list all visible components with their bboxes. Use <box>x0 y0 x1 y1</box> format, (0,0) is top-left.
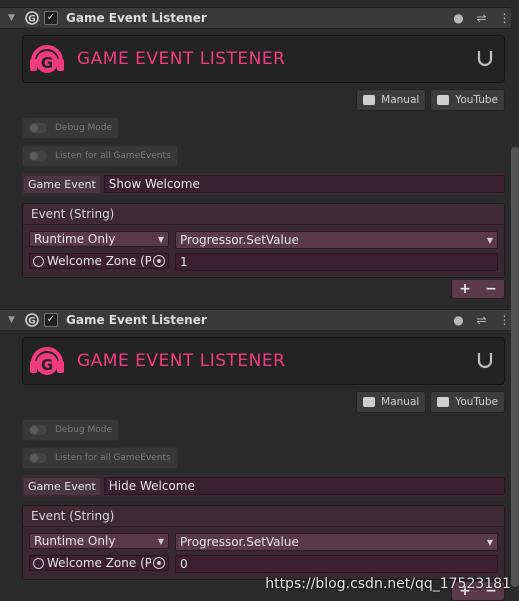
book-icon <box>363 397 376 407</box>
unity-event-box: Event (String) Runtime Only ▼ Progressor… <box>22 203 505 278</box>
listen-all-label: Listen for all GameEvents <box>55 151 171 161</box>
add-listener-button[interactable]: + <box>459 281 471 297</box>
scrollbar[interactable] <box>511 7 519 594</box>
component-title: Game Event Listener <box>66 11 207 25</box>
target-label: Welcome Zone (Progressor) <box>47 556 151 570</box>
youtube-icon <box>437 95 450 105</box>
debug-mode-toggle[interactable]: Debug Mode <box>22 117 119 139</box>
component-game-event-listener-2: ▼ G ✓ Game Event Listener ● ⇌ ⋮ G GAME E… <box>0 309 519 601</box>
method-label: Progressor.SetValue <box>180 233 299 247</box>
runtime-dropdown[interactable]: Runtime Only ▼ <box>29 231 169 247</box>
svg-text:G: G <box>28 317 35 327</box>
manual-button[interactable]: Manual <box>356 391 427 413</box>
debug-mode-label: Debug Mode <box>55 425 112 435</box>
manual-button[interactable]: Manual <box>356 89 427 111</box>
runtime-label: Runtime Only <box>34 232 116 246</box>
toggle-switch-icon <box>29 123 47 133</box>
toggle-switch-icon <box>29 425 47 435</box>
banner: G GAME EVENT LISTENER <box>22 35 505 83</box>
help-icon[interactable]: ● <box>452 11 465 25</box>
youtube-label: YouTube <box>455 94 498 106</box>
game-event-row: Game Event Show Welcome <box>22 173 505 195</box>
youtube-button[interactable]: YouTube <box>430 89 505 111</box>
progressor-icon <box>33 557 44 569</box>
toggle-switch-icon <box>29 453 47 463</box>
banner-title: GAME EVENT LISTENER <box>77 49 286 69</box>
foldout-arrow-icon[interactable]: ▼ <box>8 315 18 325</box>
component-header[interactable]: ▼ G ✓ Game Event Listener ● ⇌ ⋮ <box>0 7 519 29</box>
argument-value-field[interactable]: 0 <box>175 555 498 573</box>
doozy-u-icon <box>477 51 493 67</box>
debug-mode-label: Debug Mode <box>55 123 112 133</box>
game-event-label: Game Event <box>24 477 100 495</box>
method-dropdown[interactable]: Progressor.SetValue ▼ <box>175 533 498 551</box>
target-object-field[interactable]: Welcome Zone (Progressor) <box>29 555 169 571</box>
scrollbar-thumb[interactable] <box>511 147 519 587</box>
script-g-icon: G <box>25 11 39 25</box>
manual-label: Manual <box>381 396 420 408</box>
youtube-icon <box>437 397 450 407</box>
listen-all-toggle[interactable]: Listen for all GameEvents <box>22 145 178 167</box>
target-label: Welcome Zone (Progressor) <box>47 254 151 268</box>
listen-all-toggle[interactable]: Listen for all GameEvents <box>22 447 178 469</box>
book-icon <box>363 95 376 105</box>
game-event-field[interactable]: Hide Welcome <box>103 477 505 495</box>
unity-event-box: Event (String) Runtime Only ▼ Progressor… <box>22 505 505 580</box>
game-event-logo-icon: G <box>30 347 64 375</box>
enabled-checkbox[interactable]: ✓ <box>44 313 58 327</box>
runtime-dropdown[interactable]: Runtime Only ▼ <box>29 533 169 549</box>
svg-text:G: G <box>41 54 53 72</box>
watermark: https://blog.csdn.net/qq_17523181 <box>265 576 511 592</box>
svg-text:G: G <box>41 356 53 374</box>
more-menu-icon[interactable]: ⋮ <box>498 11 511 25</box>
dropdown-arrow-icon: ▼ <box>486 537 493 547</box>
game-event-label: Game Event <box>24 175 100 193</box>
game-event-row: Game Event Hide Welcome <box>22 475 505 497</box>
banner: G GAME EVENT LISTENER <box>22 337 505 385</box>
add-remove-listener-buttons: + − <box>451 280 505 299</box>
component-title: Game Event Listener <box>66 313 207 327</box>
more-menu-icon[interactable]: ⋮ <box>498 313 511 327</box>
svg-text:G: G <box>28 15 35 25</box>
manual-label: Manual <box>381 94 420 106</box>
toggle-switch-icon <box>29 151 47 161</box>
method-dropdown[interactable]: Progressor.SetValue ▼ <box>175 231 498 249</box>
game-event-field[interactable]: Show Welcome <box>103 175 505 193</box>
dropdown-arrow-icon: ▼ <box>486 235 493 245</box>
enabled-checkbox[interactable]: ✓ <box>44 11 58 25</box>
dropdown-arrow-icon: ▼ <box>157 536 164 546</box>
game-event-logo-icon: G <box>30 45 64 73</box>
foldout-arrow-icon[interactable]: ▼ <box>8 13 18 23</box>
banner-title: GAME EVENT LISTENER <box>77 351 286 371</box>
object-picker-icon[interactable] <box>153 255 165 267</box>
target-object-field[interactable]: Welcome Zone (Progressor) <box>29 253 169 269</box>
debug-mode-toggle[interactable]: Debug Mode <box>22 419 119 441</box>
listen-all-label: Listen for all GameEvents <box>55 453 171 463</box>
component-game-event-listener-1: ▼ G ✓ Game Event Listener ● ⇌ ⋮ G GAME E… <box>0 7 519 299</box>
help-icon[interactable]: ● <box>452 313 465 327</box>
event-type-label: Event (String) <box>23 506 504 527</box>
presets-icon[interactable]: ⇌ <box>475 313 488 327</box>
progressor-icon <box>33 255 44 267</box>
presets-icon[interactable]: ⇌ <box>475 11 488 25</box>
object-picker-icon[interactable] <box>153 557 165 569</box>
component-header[interactable]: ▼ G ✓ Game Event Listener ● ⇌ ⋮ <box>0 309 519 331</box>
script-g-icon: G <box>25 313 39 327</box>
method-label: Progressor.SetValue <box>180 535 299 549</box>
youtube-label: YouTube <box>455 396 498 408</box>
runtime-label: Runtime Only <box>34 534 116 548</box>
doozy-u-icon <box>477 353 493 369</box>
argument-value-field[interactable]: 1 <box>175 253 498 271</box>
event-type-label: Event (String) <box>23 204 504 225</box>
remove-listener-button[interactable]: − <box>485 281 497 297</box>
dropdown-arrow-icon: ▼ <box>157 234 164 244</box>
youtube-button[interactable]: YouTube <box>430 391 505 413</box>
